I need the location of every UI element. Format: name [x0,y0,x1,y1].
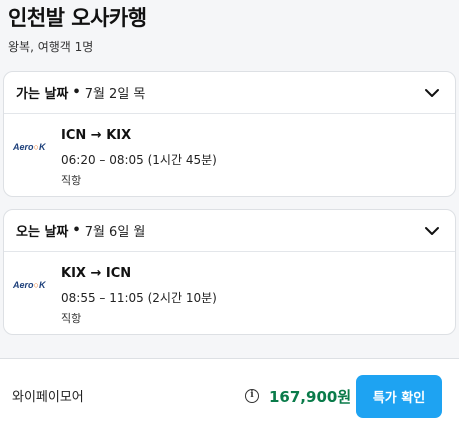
outbound-route: ICN → KIX [61,128,132,143]
inbound-stops: 직항 [61,312,82,325]
airline-logo: Aero○K [13,142,45,152]
separator-dot: • [72,85,81,100]
provider-name: 와이페이모어 [12,390,84,405]
price: 167,900원 [269,388,352,406]
inbound-route: KIX → ICN [61,266,132,281]
inbound-flight-card[interactable]: 오는 날짜 • 7월 6일 월 Aero○K KIX → ICN 08:55 –… [3,209,456,335]
outbound-stops: 직항 [61,174,82,187]
chevron-down-icon[interactable] [423,222,441,240]
airline-logo: Aero○K [13,280,45,290]
airline-logo-suffix: K [38,142,46,152]
outbound-leg: Aero○K ICN → KIX 06:20 – 08:05 (1시간 45분)… [4,114,455,196]
view-deal-button[interactable]: 특가 확인 [356,375,442,418]
outbound-flight-card[interactable]: 가는 날짜 • 7월 2일 목 Aero○K ICN → KIX 06:20 –… [3,71,456,197]
inbound-date: 7월 6일 월 [84,225,146,240]
inbound-card-header[interactable]: 오는 날짜 • 7월 6일 월 [4,210,455,252]
page-title: 인천발 오사카행 [8,6,147,30]
trip-summary: 왕복, 여행객 1명 [8,40,94,54]
airline-logo-prefix: Aero [13,280,34,290]
flight-details-page: 인천발 오사카행 왕복, 여행객 1명 가는 날짜 • 7월 2일 목 Aero… [0,0,459,431]
airline-logo-prefix: Aero [13,142,34,152]
separator-dot: • [72,223,81,238]
inbound-leg: Aero○K KIX → ICN 08:55 – 11:05 (2시간 10분)… [4,252,455,334]
chevron-down-icon[interactable] [423,84,441,102]
booking-footer: 와이페이모어 i 167,900원 특가 확인 [0,358,459,431]
outbound-card-header[interactable]: 가는 날짜 • 7월 2일 목 [4,72,455,114]
airline-logo-suffix: K [38,280,46,290]
outbound-times: 06:20 – 08:05 (1시간 45분) [61,153,217,167]
inbound-direction-label: 오는 날짜 [16,225,69,240]
info-icon[interactable]: i [245,389,259,403]
outbound-direction-label: 가는 날짜 [16,87,69,102]
inbound-times: 08:55 – 11:05 (2시간 10분) [61,291,217,305]
outbound-date: 7월 2일 목 [84,87,146,102]
